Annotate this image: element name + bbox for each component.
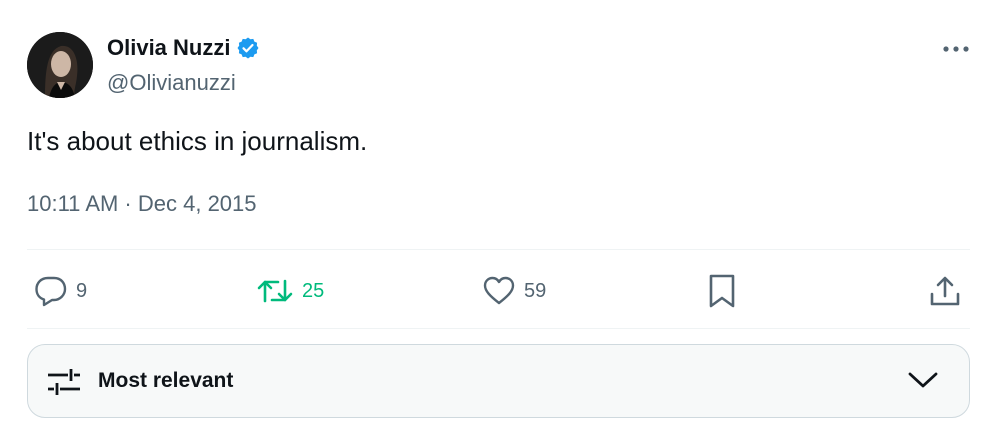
reply-sort-dropdown[interactable]: Most relevant bbox=[27, 344, 970, 418]
author-handle[interactable]: @Olivianuzzi bbox=[107, 70, 236, 96]
reply-button[interactable]: 9 bbox=[34, 271, 87, 311]
reply-icon bbox=[35, 276, 67, 307]
verified-badge-icon[interactable] bbox=[236, 36, 260, 60]
chevron-down-icon bbox=[907, 369, 939, 396]
author-name[interactable]: Olivia Nuzzi bbox=[107, 35, 230, 61]
avatar-image bbox=[27, 32, 93, 98]
divider-top bbox=[27, 249, 970, 250]
sort-label: Most relevant bbox=[98, 369, 234, 392]
reply-count: 9 bbox=[76, 279, 88, 302]
more-icon[interactable] bbox=[940, 36, 972, 62]
tweet-timestamp[interactable]: 10:11 AM · Dec 4, 2015 bbox=[27, 191, 257, 217]
divider-bottom bbox=[27, 328, 970, 329]
tweet-text: It's about ethics in journalism. bbox=[27, 126, 368, 156]
like-button[interactable]: 59 bbox=[482, 271, 546, 311]
bookmark-button[interactable] bbox=[707, 271, 737, 311]
author-row: Olivia Nuzzi bbox=[107, 35, 260, 61]
share-icon bbox=[930, 276, 960, 306]
avatar[interactable] bbox=[27, 32, 93, 98]
repost-count: 25 bbox=[302, 279, 325, 302]
share-button[interactable] bbox=[928, 271, 962, 311]
repost-icon bbox=[257, 279, 293, 303]
like-count: 59 bbox=[524, 279, 547, 302]
sort-sliders-icon bbox=[46, 366, 82, 403]
repost-button[interactable]: 25 bbox=[256, 271, 324, 311]
like-icon bbox=[483, 276, 515, 305]
bookmark-icon bbox=[709, 274, 735, 308]
